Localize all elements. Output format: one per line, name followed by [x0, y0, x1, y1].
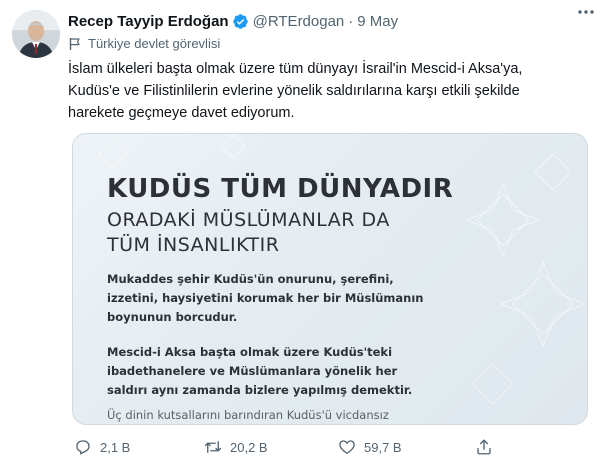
- reply-button[interactable]: 2,1 B: [74, 438, 130, 456]
- media-paragraph-1: Mukaddes şehir Kudüs'ün onurunu, şerefin…: [107, 272, 424, 324]
- reply-icon: [76, 440, 90, 455]
- share-button[interactable]: [475, 438, 501, 456]
- tweet-media-image[interactable]: KUDÜS TÜM DÜNYADIR ORADAKİ MÜSLÜMANLAR D…: [72, 133, 588, 425]
- media-subtitle-line1: ORADAKİ MÜSLÜMANLAR DA: [107, 209, 390, 231]
- retweet-button[interactable]: 20,2 B: [204, 438, 268, 456]
- avatar[interactable]: [12, 10, 60, 58]
- tweet[interactable]: Recep Tayyip Erdoğan @RTErdogan · 9 May …: [0, 0, 600, 462]
- retweet-icon: [204, 441, 222, 453]
- verified-badge-icon: [232, 13, 248, 29]
- avatar-image: [12, 10, 60, 58]
- flag-icon: [69, 37, 80, 50]
- separator-dot: ·: [348, 12, 354, 30]
- share-icon: [477, 439, 491, 455]
- more-icon[interactable]: [576, 4, 596, 20]
- like-count: 59,7 B: [364, 439, 402, 455]
- media-paragraph-3: Üç dinin kutsallarını barındıran Kudüs'ü…: [107, 408, 389, 422]
- media-title: KUDÜS TÜM DÜNYADIR: [107, 174, 454, 204]
- tweet-header: Recep Tayyip Erdoğan @RTErdogan · 9 May: [68, 9, 586, 33]
- media-subtitle-line2: TÜM İNSANLIKTIR: [107, 234, 280, 256]
- account-label[interactable]: Türkiye devlet görevlisi: [68, 36, 220, 51]
- retweet-count: 20,2 B: [230, 439, 268, 455]
- account-label-text: Türkiye devlet görevlisi: [88, 36, 221, 51]
- heart-icon: [339, 440, 355, 455]
- media-paragraph-2: Mescid-i Aksa başta olmak üzere Kudüs'te…: [107, 345, 413, 397]
- like-button[interactable]: 59,7 B: [338, 438, 402, 456]
- tweet-actions: 2,1 B 20,2 B 59,7 B: [72, 438, 588, 458]
- tweet-text: İslam ülkeleri başta olmak üzere tüm dün…: [68, 61, 523, 121]
- author-handle[interactable]: @RTErdogan: [253, 13, 345, 30]
- reply-count: 2,1 B: [100, 439, 131, 455]
- tweet-date[interactable]: 9 May: [357, 13, 398, 30]
- author-name[interactable]: Recep Tayyip Erdoğan: [68, 13, 229, 30]
